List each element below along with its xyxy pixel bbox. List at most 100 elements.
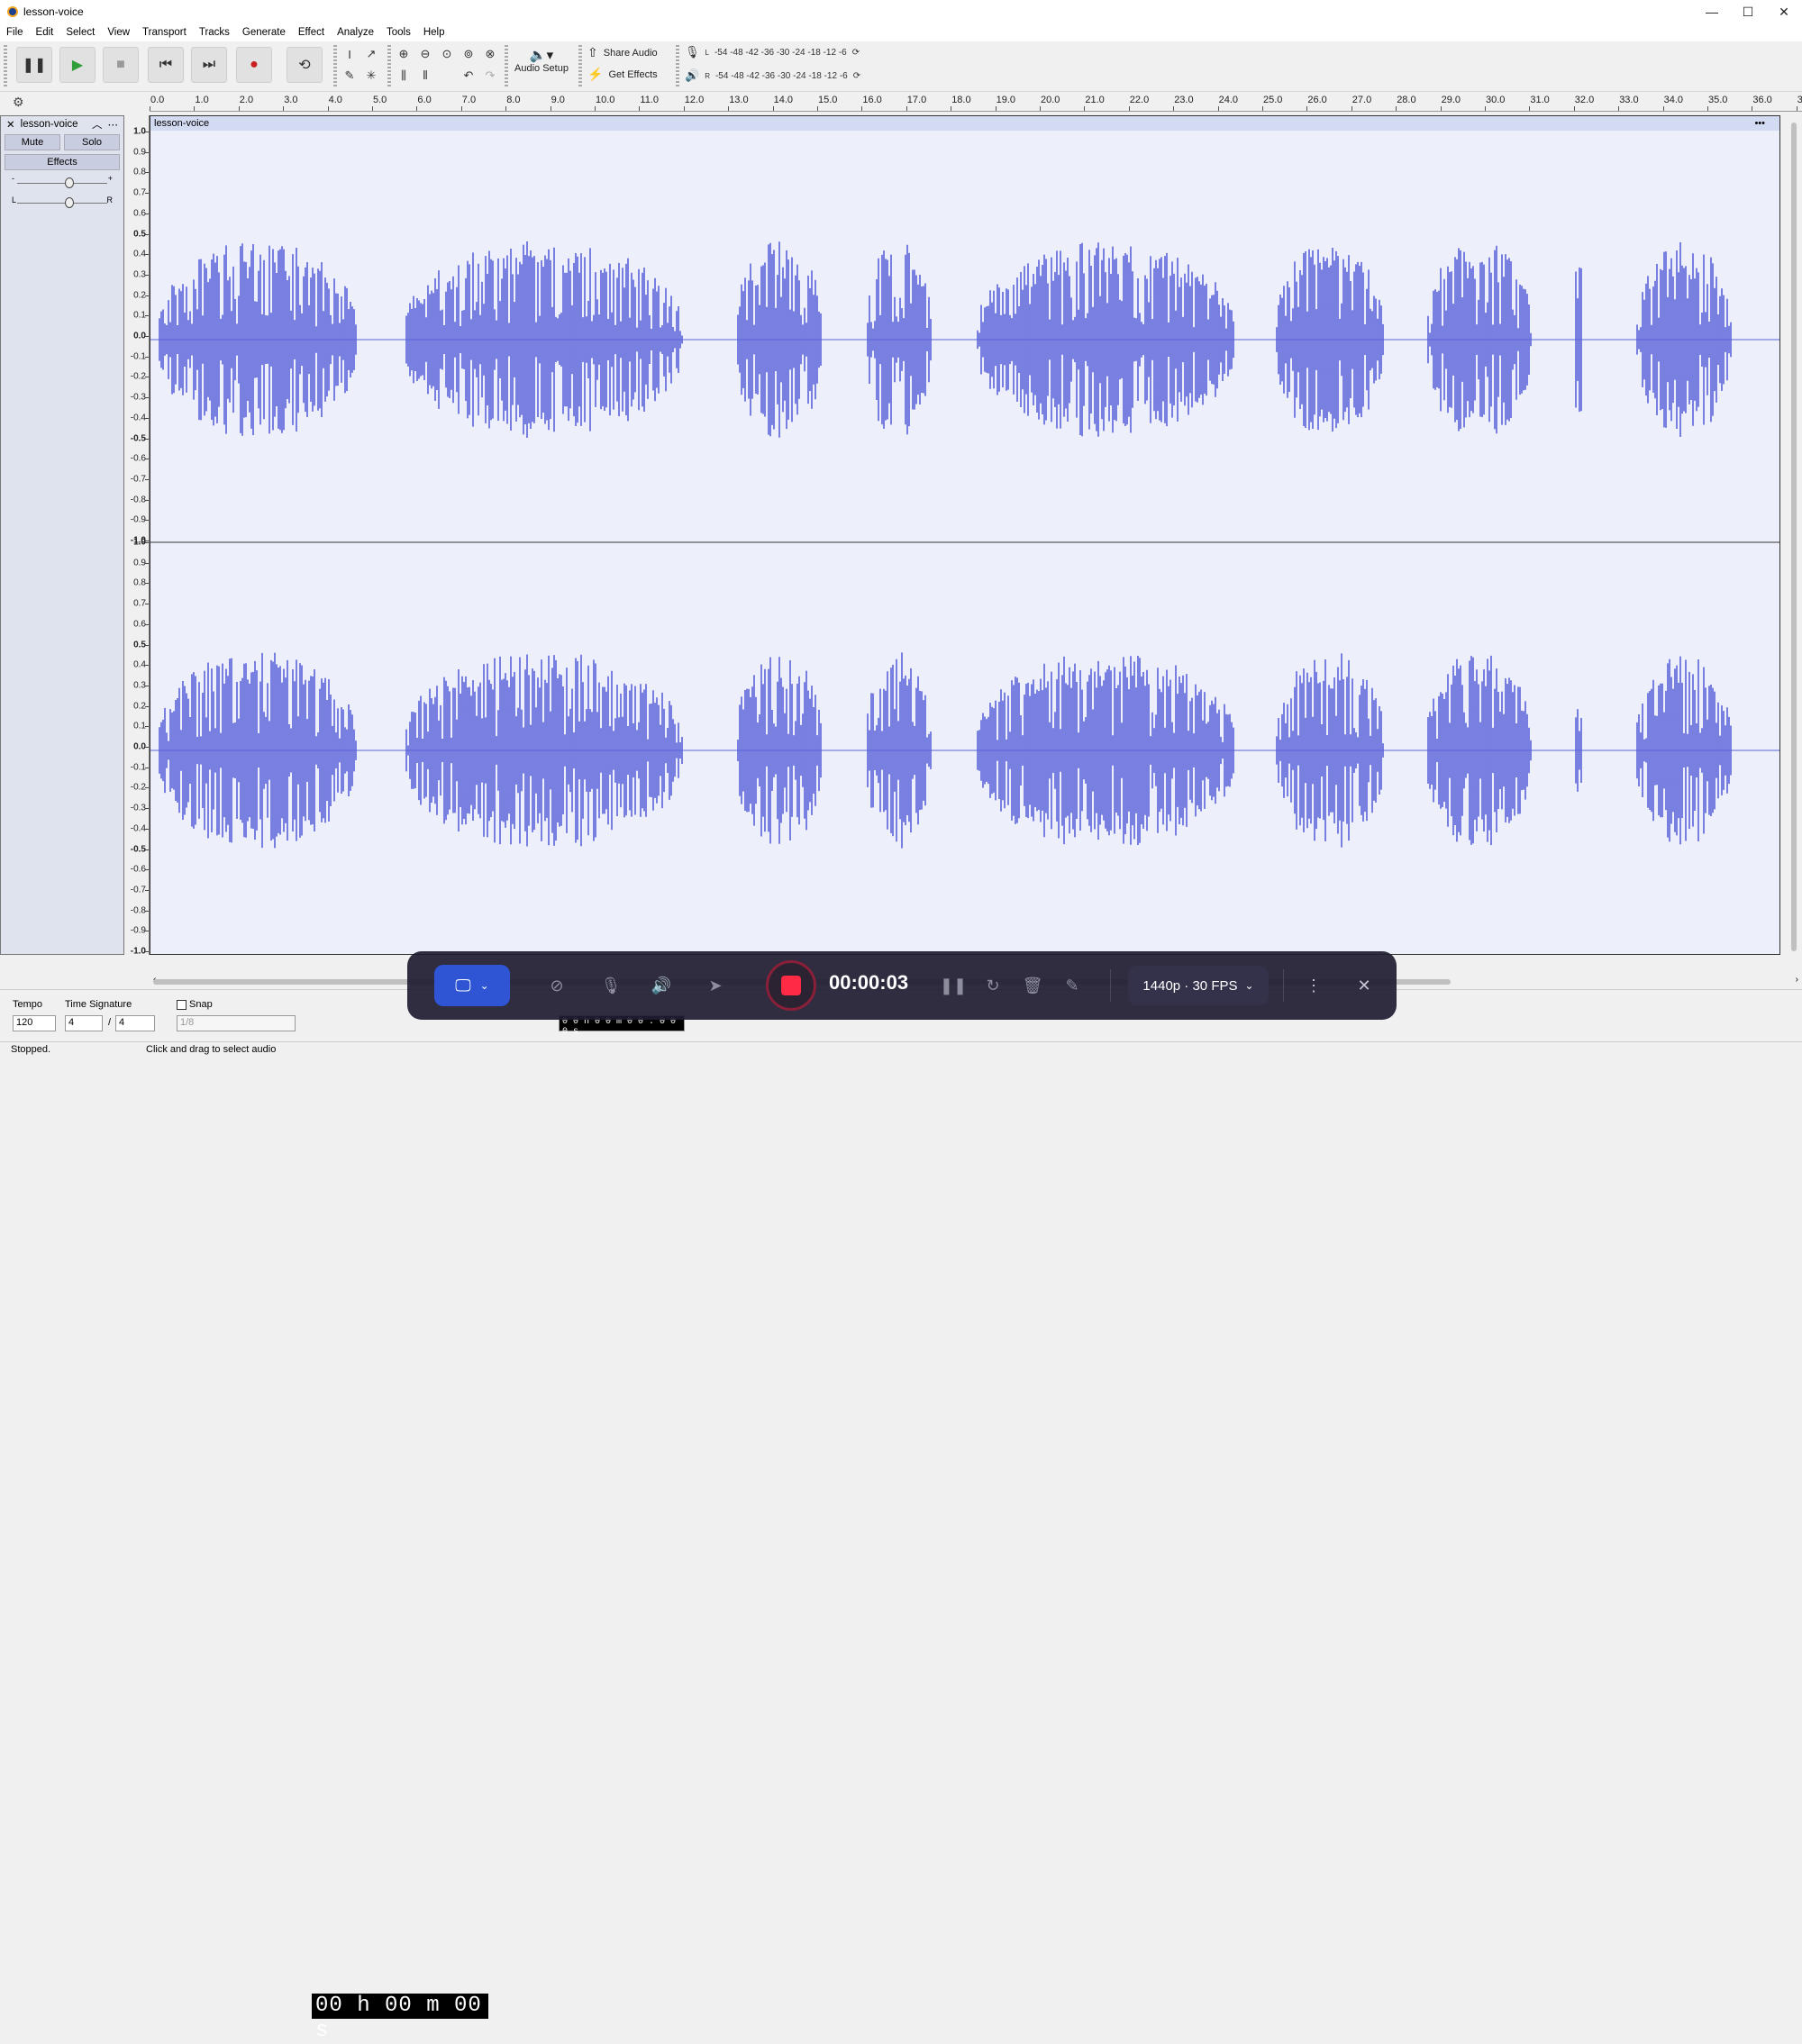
menu-tools[interactable]: Tools	[380, 27, 417, 38]
audio-setup-button[interactable]: 🔈▾ Audio Setup	[514, 47, 569, 74]
ts-numerator-input[interactable]: 4	[65, 1015, 103, 1031]
ts-denominator-select[interactable]: 4	[115, 1015, 155, 1031]
stop-recording-button[interactable]	[766, 960, 816, 1011]
vertical-scroll-thumb[interactable]	[1791, 123, 1797, 951]
toolbar-grip[interactable]	[4, 45, 7, 88]
menu-effect[interactable]: Effect	[292, 27, 331, 38]
draw-tool-icon[interactable]: ✎	[341, 67, 359, 85]
annotate-pen-icon[interactable]: ✎	[1058, 971, 1087, 1000]
share-grip[interactable]	[578, 45, 582, 88]
pan-slider[interactable]: L R	[10, 194, 114, 212]
meter-reset-icon[interactable]: ⟳	[852, 48, 860, 58]
collapse-icon[interactable]: ︿	[92, 117, 103, 132]
ruler-tick-label: 14.0	[773, 95, 794, 105]
microphone-toggle-icon[interactable]: 🎙	[596, 971, 625, 1000]
tools-grip[interactable]	[333, 45, 337, 88]
playback-meter-reset-icon[interactable]: ⟳	[853, 71, 860, 81]
gain-slider[interactable]: - +	[10, 174, 114, 192]
clip-header[interactable]: lesson-voice •••	[150, 116, 1779, 131]
edit-grip[interactable]	[387, 45, 391, 88]
meter-lr-label-2: R	[705, 71, 710, 80]
track-name[interactable]: lesson-voice	[21, 119, 86, 130]
snap-select[interactable]: 1/8	[177, 1015, 296, 1031]
timeline-ruler[interactable]: 0.0 1.0 2.0 3.0 4.0 5.0 6.0 7.0 8.0 9.0 10.0 11.0 12…	[150, 92, 1802, 112]
skip-start-button[interactable]: ⏮	[148, 47, 184, 83]
stop-button[interactable]: ■	[103, 47, 139, 83]
menu-tracks[interactable]: Tracks	[193, 27, 236, 38]
playback-meter[interactable]: 🔊 R -54 -48 -42 -36 -30 -24 -18 -12 -6 ⟳	[685, 68, 860, 83]
camera-off-icon[interactable]: ⊘	[542, 971, 571, 1000]
ruler-tick-label: 28.0	[1397, 95, 1416, 105]
delete-recording-icon[interactable]: 🗑	[1018, 971, 1047, 1000]
menu-transport[interactable]: Transport	[136, 27, 193, 38]
vertical-scrollbar[interactable]	[1786, 115, 1802, 971]
undo-icon[interactable]: ↶	[460, 67, 478, 85]
solo-button[interactable]: Solo	[64, 134, 120, 150]
system-audio-icon[interactable]: 🔊	[647, 971, 676, 1000]
ruler-tick-label: 8.0	[506, 95, 521, 105]
pan-knob[interactable]	[65, 197, 74, 208]
track-menu-icon[interactable]: ⋯	[108, 118, 119, 131]
more-options-icon[interactable]: ⋮	[1299, 971, 1328, 1000]
ruler-tick-label: 11.0	[640, 95, 659, 105]
ruler-tick-label: 12.0	[684, 95, 705, 105]
scale-label: -0.2	[130, 371, 146, 382]
get-effects-button[interactable]: ⚡ Get Effects	[587, 67, 658, 82]
effects-button[interactable]: Effects	[5, 154, 120, 170]
snap-checkbox-box[interactable]	[177, 999, 187, 1010]
toolbar: ❚❚ ▶ ■ ⏮ ⏭ ● ⟲ I ↗ ✎ ✳ ⊕ ⊖ ⊙ ⊚ ⊗ ⫼ ⫴ ↶ ↷…	[0, 41, 1802, 92]
mute-button[interactable]: Mute	[5, 134, 60, 150]
quality-select[interactable]: 1440p · 30 FPS ⌄	[1128, 966, 1269, 1005]
time-display[interactable]: 00 h 00 m 00 s	[312, 1994, 488, 2043]
fit-project-icon[interactable]: ⊚	[460, 45, 478, 63]
timeline-settings-button[interactable]: ⚙	[0, 92, 150, 112]
zoom-out-icon[interactable]: ⊖	[416, 45, 434, 63]
meter-grip[interactable]	[676, 45, 679, 88]
menu-analyze[interactable]: Analyze	[331, 27, 380, 38]
scale-label: 0.7	[133, 598, 146, 609]
menu-help[interactable]: Help	[417, 27, 451, 38]
maximize-button[interactable]: ☐	[1730, 0, 1766, 23]
pause-button[interactable]: ❚❚	[16, 47, 52, 83]
ruler-tick-label: 36.0	[1752, 95, 1772, 105]
multi-tool-icon[interactable]: ✳	[362, 67, 380, 85]
loop-button[interactable]: ⟲	[287, 47, 323, 83]
zoom-toggle-icon[interactable]: ⊗	[481, 45, 499, 63]
record-meter[interactable]: 🎙 L -54 -48 -42 -36 -30 -24 -18 -12 -6 ⟳	[685, 45, 860, 59]
menu-select[interactable]: Select	[59, 27, 101, 38]
menu-file[interactable]: File	[0, 27, 30, 38]
select-tool-icon[interactable]: I	[341, 45, 359, 63]
menu-generate[interactable]: Generate	[236, 27, 292, 38]
restart-recording-icon[interactable]: ↻	[978, 971, 1007, 1000]
audio-setup-grip[interactable]	[505, 45, 508, 88]
silence-icon[interactable]: ⫴	[416, 67, 434, 85]
play-button[interactable]: ▶	[59, 47, 96, 83]
pause-recording-icon[interactable]: ❚❚	[939, 971, 968, 1000]
close-recorder-icon[interactable]: ✕	[1350, 971, 1379, 1000]
snap-checkbox[interactable]: Snap	[177, 999, 213, 1010]
gain-knob[interactable]	[65, 177, 74, 188]
close-window-button[interactable]: ✕	[1766, 0, 1802, 23]
trim-icon[interactable]: ⫼	[395, 67, 413, 85]
zoom-in-icon[interactable]: ⊕	[395, 45, 413, 63]
track-close-icon[interactable]: ✕	[6, 118, 15, 131]
envelope-tool-icon[interactable]: ↗	[362, 45, 380, 63]
menu-view[interactable]: View	[101, 27, 136, 38]
scroll-right-icon[interactable]: ›	[1796, 975, 1798, 985]
gain-plus-label: +	[107, 174, 113, 183]
record-button[interactable]: ●	[236, 47, 272, 83]
skip-end-button[interactable]: ⏭	[191, 47, 227, 83]
minimize-button[interactable]: —	[1694, 0, 1730, 23]
record-meter-scale: -54 -48 -42 -36 -30 -24 -18 -12 -6	[714, 47, 847, 58]
menu-edit[interactable]: Edit	[30, 27, 60, 38]
screen-source-button[interactable]: 🖵 ⌄	[434, 965, 510, 1006]
cursor-icon[interactable]: ➤	[701, 971, 730, 1000]
amplitude-scale[interactable]: 1.0 0.9 0.8 0.7 0.6 0.5 0.4 0.3 0.2 0.1 0.0 -0.1 -0.…	[124, 115, 150, 957]
scale-label: -0.6	[130, 864, 146, 875]
redo-icon[interactable]: ↷	[481, 67, 499, 85]
waveform-area[interactable]: lesson-voice •••	[150, 115, 1780, 955]
share-audio-button[interactable]: ⇧ Share Audio	[587, 45, 658, 60]
clip-menu-icon[interactable]: •••	[1754, 118, 1765, 129]
fit-selection-icon[interactable]: ⊙	[438, 45, 456, 63]
tempo-input[interactable]: 120	[13, 1015, 56, 1031]
